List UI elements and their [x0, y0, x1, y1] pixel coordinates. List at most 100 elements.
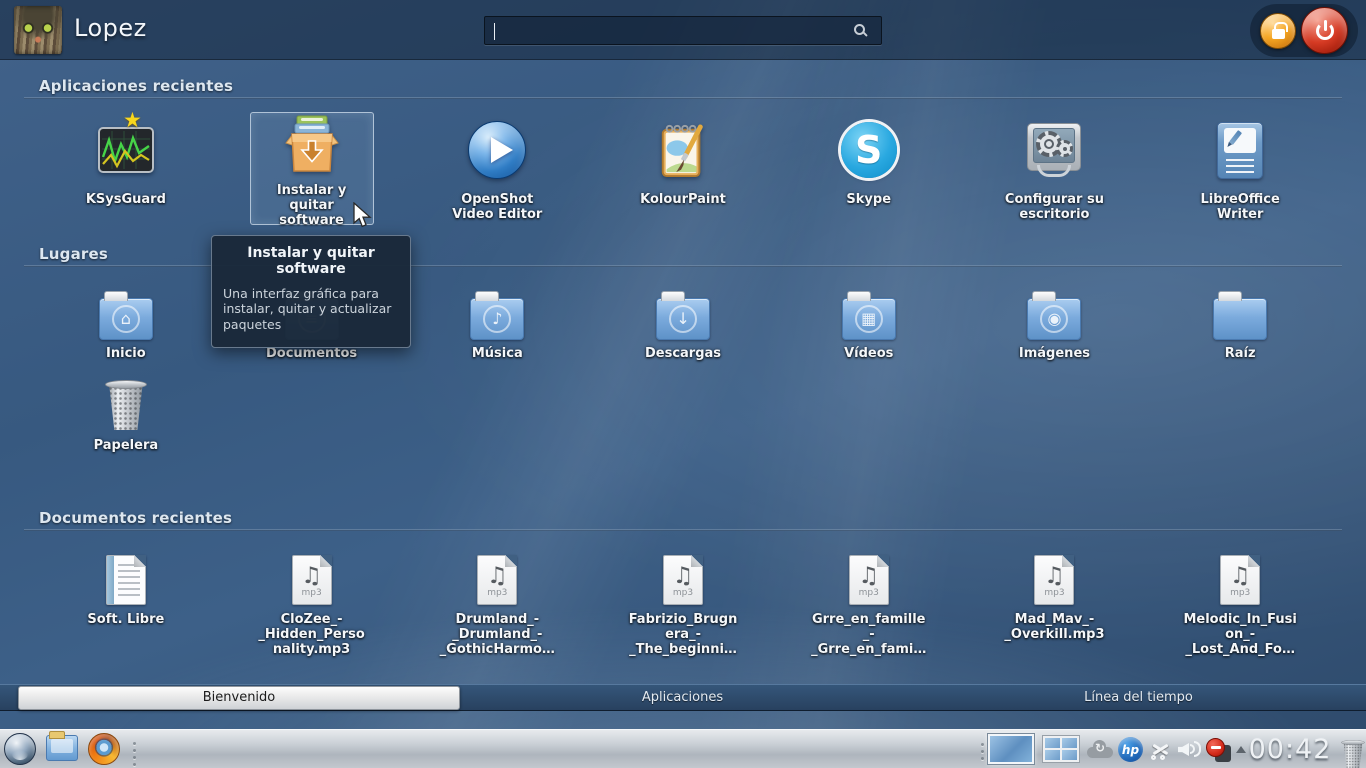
tab-bienvenido[interactable]: Bienvenido: [18, 686, 460, 710]
doc-item-mad-mav[interactable]: ♫ mp3 Mad_Mav_- _Overkill.mp3: [962, 552, 1148, 668]
search-box[interactable]: [484, 16, 882, 45]
separator: [24, 529, 1342, 531]
clipboard-scissors-icon[interactable]: [1150, 740, 1170, 760]
user-avatar[interactable]: [14, 6, 62, 54]
doc-label: Drumland_- _Drumland_- _GothicHarmo…: [439, 612, 555, 658]
expand-tray-icon[interactable]: [1236, 746, 1246, 753]
folder-home-icon: ⌂: [98, 291, 153, 340]
doc-item-clozee[interactable]: ♫ mp3 CloZee_- _Hidden_Perso nality.mp3: [219, 552, 405, 668]
mouse-cursor: [352, 201, 374, 232]
skype-icon: S: [840, 122, 897, 178]
recent-apps-grid: ★ KSysGuard Instalar y quitar software O…: [33, 108, 1333, 228]
app-item-ksysguard[interactable]: ★ KSysGuard: [33, 108, 219, 225]
libreoffice-writer-icon: [1217, 121, 1264, 179]
search-input[interactable]: [485, 17, 881, 44]
place-item-downloads[interactable]: ↓ Descargas: [590, 282, 776, 364]
place-item-root[interactable]: Raíz: [1147, 282, 1333, 364]
session-buttons: [1250, 4, 1358, 57]
doc-label: CloZee_- _Hidden_Perso nality.mp3: [258, 612, 365, 658]
app-label: LibreOffice Writer: [1200, 192, 1280, 223]
recent-docs-grid: Soft. Libre ♫ mp3 CloZee_- _Hidden_Perso …: [33, 552, 1333, 668]
doc-label: Mad_Mav_- _Overkill.mp3: [1004, 612, 1105, 643]
app-label: Configurar su escritorio: [1004, 192, 1104, 223]
place-item-music[interactable]: ♪ Música: [404, 282, 590, 364]
place-label: Vídeos: [844, 346, 894, 361]
system-settings-icon: [1027, 123, 1082, 177]
cloud-sync-icon[interactable]: ↻: [1086, 740, 1114, 758]
app-item-system-settings[interactable]: Configurar su escritorio: [962, 112, 1148, 225]
mp3-file-icon: ♫ mp3: [1034, 555, 1075, 605]
text-document-icon: [105, 555, 146, 605]
mp3-file-icon: ♫ mp3: [477, 555, 518, 605]
tab-aplicaciones[interactable]: Aplicaciones: [455, 690, 910, 705]
place-item-videos[interactable]: ▦ Vídeos: [776, 282, 962, 364]
place-item-trash[interactable]: Papelera: [33, 376, 219, 460]
app-label: OpenShot Video Editor: [452, 192, 543, 223]
lock-button[interactable]: [1260, 12, 1296, 49]
kolourpaint-icon: [656, 120, 710, 180]
app-item-skype[interactable]: S Skype: [776, 112, 962, 225]
virtual-desktop-2[interactable]: [1042, 735, 1080, 763]
panel-handle[interactable]: [133, 742, 136, 766]
mp3-file-icon: ♫ mp3: [1220, 555, 1261, 605]
section-title-recent-docs: Documentos recientes: [39, 509, 233, 527]
app-item-install-software[interactable]: Instalar y quitar software: [219, 112, 405, 228]
clock[interactable]: 00:42: [1248, 734, 1332, 765]
place-item-images[interactable]: ◉ Imágenes: [962, 282, 1148, 364]
app-launcher-icon[interactable]: [4, 733, 36, 765]
place-label: Documentos: [265, 346, 358, 361]
folder-root-icon: [1213, 291, 1268, 340]
hp-device-icon[interactable]: hp: [1118, 737, 1143, 762]
doc-label: Fabrizio_Brugn era_- _The_beginni…: [628, 612, 738, 658]
desktop: { "topbar": { "username": "Lopez", "sear…: [0, 0, 1366, 768]
ksysguard-icon: [97, 127, 154, 173]
taskbar-trash-icon[interactable]: [1341, 739, 1365, 768]
do-not-disturb-icon[interactable]: [1206, 738, 1231, 762]
username: Lopez: [74, 14, 147, 42]
place-label: Música: [471, 346, 523, 361]
app-item-openshot[interactable]: OpenShot Video Editor: [404, 112, 590, 225]
doc-item-drumland[interactable]: ♫ mp3 Drumland_- _Drumland_- _GothicHarmo…: [404, 552, 590, 668]
place-label: Imágenes: [1018, 346, 1090, 361]
doc-item-melodic[interactable]: ♫ mp3 Melodic_In_Fusi on_- _Lost_And_Fo…: [1147, 552, 1333, 668]
tab-linea-del-tiempo[interactable]: Línea del tiempo: [911, 690, 1366, 705]
favorite-star-icon: ★: [123, 108, 142, 132]
app-item-libreoffice-writer[interactable]: LibreOffice Writer: [1147, 112, 1333, 225]
doc-item-soft-libre[interactable]: Soft. Libre: [33, 552, 219, 668]
firefox-icon[interactable]: [88, 733, 120, 765]
folder-images-icon: ◉: [1027, 291, 1082, 340]
power-icon: [1316, 20, 1334, 40]
place-item-home[interactable]: ⌂ Inicio: [33, 282, 219, 364]
doc-item-grre[interactable]: ♫ mp3 Grre_en_famille _- _Grre_en_fami…: [776, 552, 962, 668]
mp3-file-icon: ♫ mp3: [848, 555, 889, 605]
folder-downloads-icon: ↓: [656, 291, 711, 340]
volume-icon[interactable]: [1178, 739, 1202, 759]
tooltip: Instalar y quitar software Una interfaz …: [211, 235, 411, 348]
text-caret: [494, 23, 495, 40]
app-item-kolourpaint[interactable]: KolourPaint: [590, 112, 776, 225]
app-label: KSysGuard: [85, 192, 166, 207]
mp3-file-icon: ♫ mp3: [663, 555, 704, 605]
app-label: Skype: [846, 192, 892, 207]
lock-icon: [1272, 21, 1288, 39]
virtual-desktop-1[interactable]: [987, 733, 1035, 765]
doc-label: Grre_en_famille _- _Grre_en_fami…: [811, 612, 927, 658]
openshot-icon: [468, 121, 527, 179]
power-button[interactable]: [1301, 7, 1348, 54]
trash-icon: [104, 379, 147, 431]
panel-handle[interactable]: [981, 743, 984, 760]
doc-item-fabrizio[interactable]: ♫ mp3 Fabrizio_Brugn era_- _The_beginni…: [590, 552, 776, 668]
section-title-recent-apps: Aplicaciones recientes: [39, 77, 234, 95]
place-label: Raíz: [1224, 346, 1256, 361]
place-label: Inicio: [106, 346, 146, 361]
section-title-places: Lugares: [39, 245, 108, 263]
software-installer-icon: [280, 113, 344, 179]
mp3-file-icon: ♫ mp3: [291, 555, 332, 605]
search-icon: [854, 24, 865, 35]
folder-videos-icon: ▦: [841, 291, 896, 340]
folder-music-icon: ♪: [470, 291, 525, 340]
doc-label: Melodic_In_Fusi on_- _Lost_And_Fo…: [1183, 612, 1297, 658]
tooltip-body: Una interfaz gráfica para instalar, quit…: [223, 286, 392, 332]
tooltip-title: Instalar y quitar software: [247, 245, 375, 278]
file-manager-icon[interactable]: [46, 731, 78, 761]
